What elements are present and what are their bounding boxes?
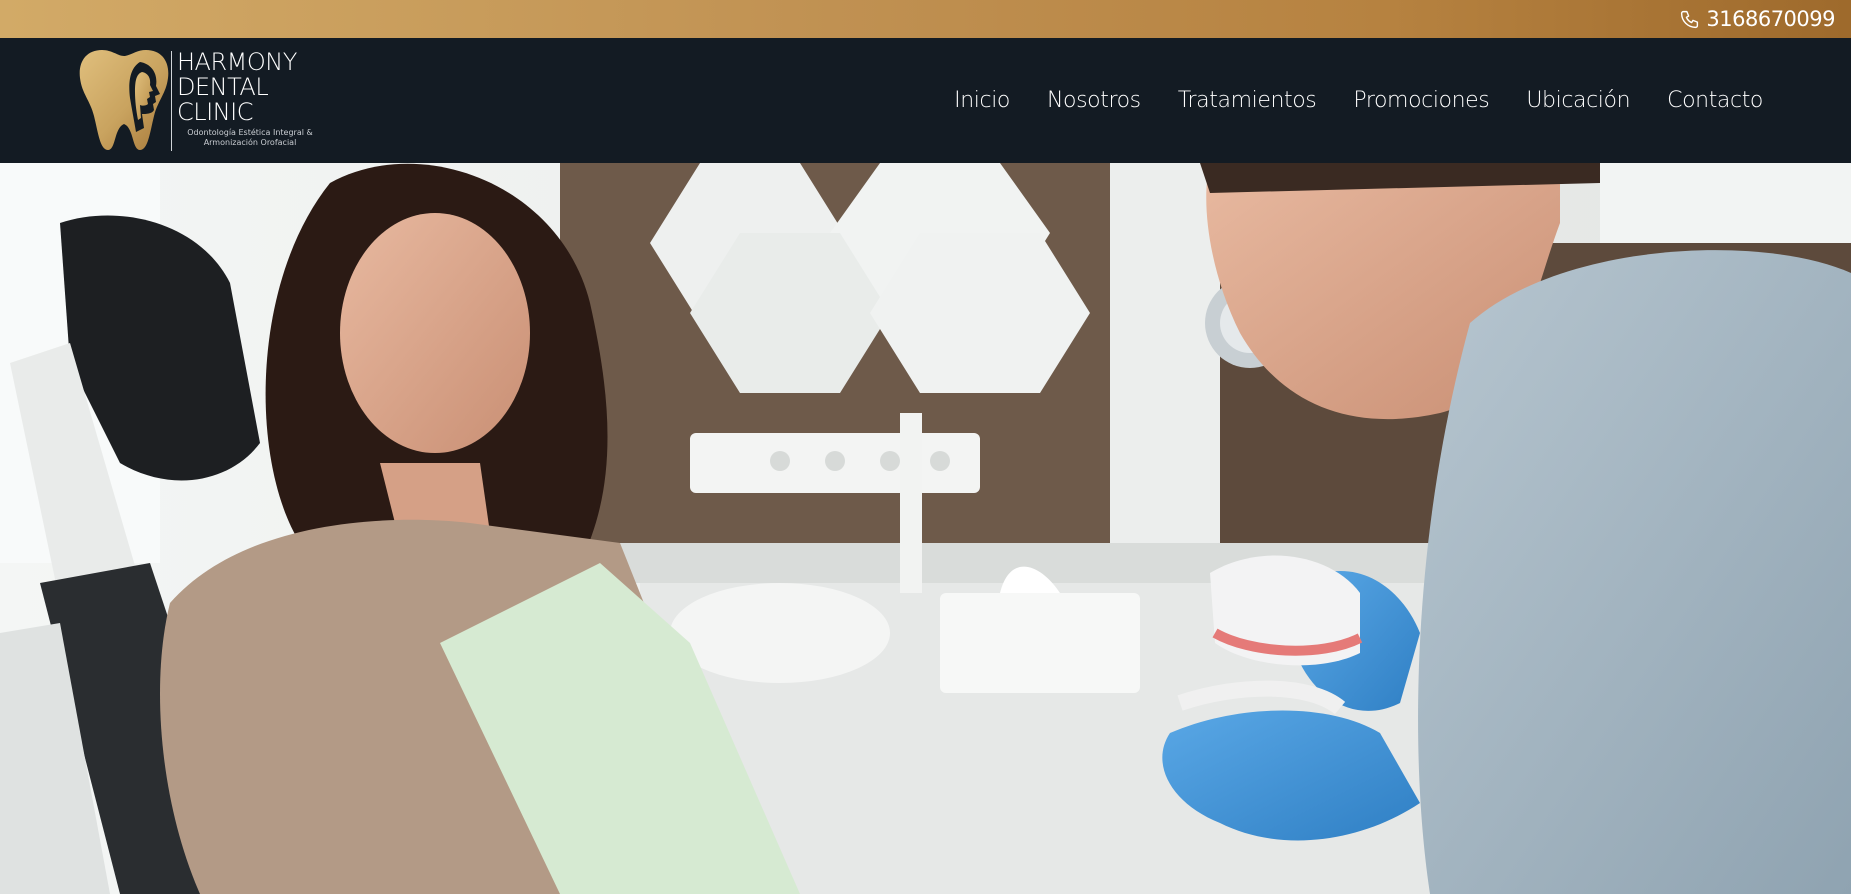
hero-photo [0, 163, 1851, 894]
main-header: HARMONY DENTAL CLINIC Odontología Estéti… [0, 38, 1851, 163]
brand-logo[interactable]: HARMONY DENTAL CLINIC Odontología Estéti… [78, 48, 323, 153]
brand-name-line: DENTAL [177, 73, 269, 101]
tooth-woman-profile-logo [79, 50, 169, 150]
nav-item-ubicacion[interactable]: Ubicación [1526, 88, 1630, 113]
nav-item-promociones[interactable]: Promociones [1353, 88, 1489, 113]
brand-tagline-line: Odontología Estética Integral & [187, 128, 313, 137]
top-contact-bar: 3168670099 [0, 0, 1851, 38]
brand-tagline-line: Armonización Orofacial [203, 138, 297, 147]
nav-item-tratamientos[interactable]: Tratamientos [1178, 88, 1317, 113]
nav-item-contacto[interactable]: Contacto [1667, 88, 1763, 113]
phone-number: 3168670099 [1706, 7, 1835, 31]
nav-item-nosotros[interactable]: Nosotros [1047, 88, 1141, 113]
main-nav: Inicio Nosotros Tratamientos Promociones… [954, 38, 1763, 163]
hero-banner [0, 163, 1851, 894]
brand-name-line: CLINIC [177, 98, 254, 126]
logo-divider [171, 51, 172, 151]
brand-name: HARMONY DENTAL CLINIC [177, 50, 327, 125]
phone-icon [1681, 10, 1699, 28]
phone-link[interactable]: 3168670099 [1679, 0, 1835, 38]
brand-name-line: HARMONY [177, 48, 297, 76]
nav-item-inicio[interactable]: Inicio [954, 88, 1010, 113]
brand-tagline: Odontología Estética Integral & Armoniza… [177, 128, 323, 148]
